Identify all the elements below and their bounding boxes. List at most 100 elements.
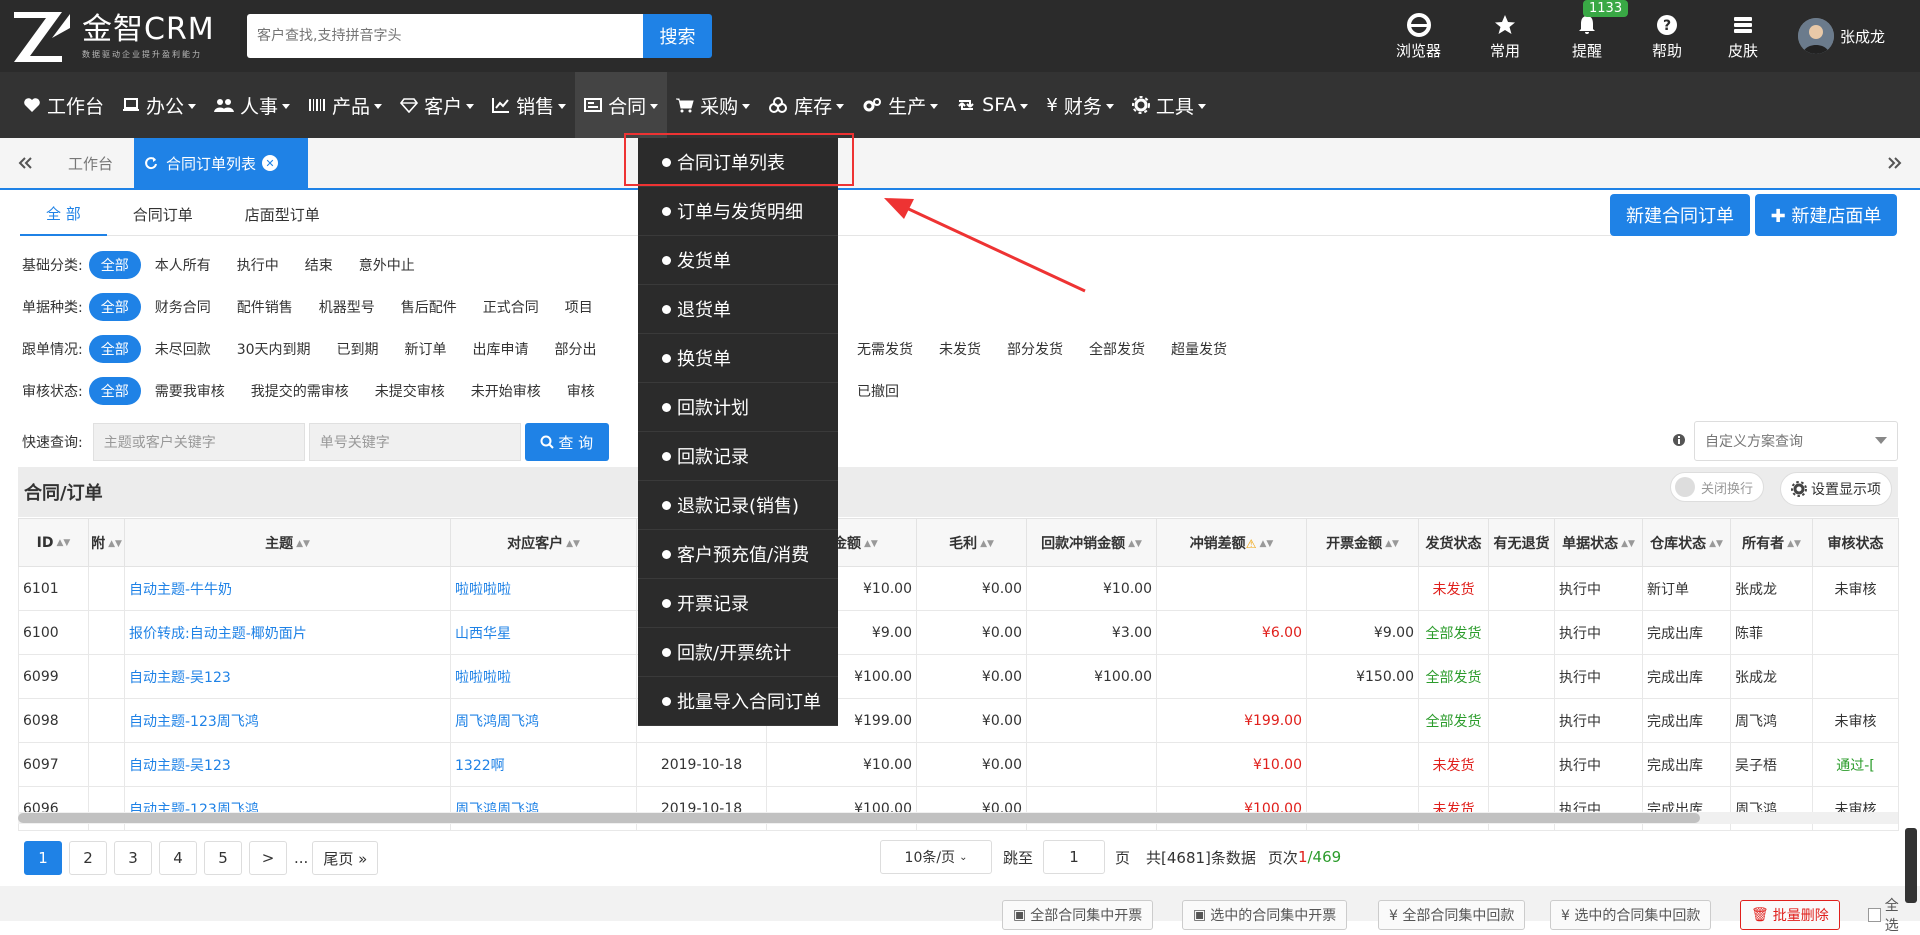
filter-chip[interactable]: 已到期 xyxy=(325,335,391,363)
sort-icon[interactable]: ▲▼ xyxy=(864,539,878,549)
cell-customer[interactable]: 啦啦啦啦 xyxy=(450,566,637,611)
cell-customer[interactable]: 周飞鸿周飞鸿 xyxy=(450,698,637,743)
tab-contract-list[interactable]: 合同订单列表 ✕ xyxy=(134,138,308,188)
tab-scroll-left[interactable] xyxy=(6,138,44,188)
new-store-button[interactable]: ✚ 新建店面单 xyxy=(1755,194,1897,236)
sort-icon[interactable]: ▲▼ xyxy=(1259,539,1273,549)
filter-chip[interactable]: 未尽回款 xyxy=(143,335,223,363)
filter-chip[interactable]: 全部 xyxy=(88,293,141,321)
batch-delete-button[interactable]: 🗑 批量删除 xyxy=(1740,900,1840,930)
filter-chip[interactable]: 未发货 xyxy=(927,335,993,363)
column-settings-button[interactable]: 设置显示项 xyxy=(1780,472,1892,506)
cell-subject[interactable]: 自动主题-吴123 xyxy=(124,742,451,787)
sort-icon[interactable]: ▲▼ xyxy=(1709,539,1723,549)
filter-chip[interactable]: 超量发货 xyxy=(1159,335,1239,363)
horizontal-scrollbar[interactable] xyxy=(18,812,1898,824)
filter-chip[interactable]: 新订单 xyxy=(393,335,459,363)
filter-chip[interactable]: 部分发货 xyxy=(995,335,1075,363)
dropdown-item[interactable]: 回款计划 xyxy=(638,383,838,432)
subtab-store[interactable]: 店面型订单 xyxy=(219,192,346,236)
filter-chip[interactable]: 财务合同 xyxy=(143,293,223,321)
dropdown-item[interactable]: 客户预充值/消费 xyxy=(638,530,838,579)
col-header-audit[interactable]: 审核状态 xyxy=(1812,518,1899,567)
custom-scheme-select[interactable]: 自定义方案查询 xyxy=(1694,421,1898,461)
cell-subject[interactable]: 报价转成:自动主题-椰奶面片 xyxy=(124,610,451,655)
nav-tools[interactable]: 工具 xyxy=(1123,72,1215,138)
batch-invoice-selected-button[interactable]: ▣ 选中的合同集中开票 xyxy=(1182,900,1348,930)
col-header-customer[interactable]: 对应客户 ▲▼ xyxy=(450,518,637,567)
search-button[interactable]: 搜索 xyxy=(643,14,712,58)
nav-customer[interactable]: 客户 xyxy=(391,72,483,138)
col-header-doc-status[interactable]: 单据状态 ▲▼ xyxy=(1554,518,1643,567)
dropdown-item[interactable]: 回款/开票统计 xyxy=(638,628,838,677)
nav-workbench[interactable]: 工作台 xyxy=(14,72,113,138)
browser-tool[interactable]: 浏览器 xyxy=(1396,10,1441,61)
tab-scroll-right[interactable] xyxy=(1876,138,1914,188)
col-header-owner[interactable]: 所有者 ▲▼ xyxy=(1730,518,1813,567)
col-header-paid[interactable]: 回款冲销金额 ▲▼ xyxy=(1026,518,1157,567)
col-header-return[interactable]: 有无退货 xyxy=(1488,518,1555,567)
checkbox-box[interactable] xyxy=(1868,908,1881,922)
col-header-subject[interactable]: 主题 ▲▼ xyxy=(124,518,451,567)
col-header-ship[interactable]: 发货状态 xyxy=(1418,518,1489,567)
filter-chip[interactable]: 未开始审核 xyxy=(459,377,553,405)
last-page-button[interactable]: 尾页 » xyxy=(312,841,379,875)
query-button[interactable]: 查 询 xyxy=(524,423,609,461)
filter-chip[interactable]: 意外中止 xyxy=(347,251,427,279)
filter-chip[interactable]: 配件销售 xyxy=(225,293,305,321)
dropdown-item[interactable]: 开票记录 xyxy=(638,579,838,628)
filter-chip[interactable]: 审核 xyxy=(555,377,607,405)
filter-chip[interactable]: 已撤回 xyxy=(845,377,911,405)
user-menu[interactable]: 张成龙 xyxy=(1798,18,1885,54)
filter-chip[interactable]: 全部发货 xyxy=(1077,335,1157,363)
nav-sfa[interactable]: SFA xyxy=(947,72,1037,138)
dropdown-item[interactable]: 退货单 xyxy=(638,285,838,334)
cell-subject[interactable]: 自动主题-牛牛奶 xyxy=(124,566,451,611)
dropdown-item[interactable]: 订单与发货明细 xyxy=(638,187,838,236)
filter-chip[interactable]: 项目 xyxy=(553,293,605,321)
col-header-invoice[interactable]: 开票金额 ▲▼ xyxy=(1306,518,1419,567)
filter-chip[interactable]: 全部 xyxy=(88,335,141,363)
subtab-contract[interactable]: 合同订单 xyxy=(107,192,219,236)
batch-invoice-all-button[interactable]: ▣ 全部合同集中开票 xyxy=(1002,900,1154,930)
jump-input[interactable]: 1 xyxy=(1043,840,1106,874)
batch-payment-selected-button[interactable]: ¥ 选中的合同集中回款 xyxy=(1550,900,1712,930)
cell-customer[interactable]: 山西华星 xyxy=(450,610,637,655)
filter-chip[interactable]: 30天内到期 xyxy=(225,335,323,363)
filter-chip[interactable]: 结束 xyxy=(293,251,345,279)
filter-chip[interactable]: 全部 xyxy=(88,251,141,279)
col-header-id[interactable]: ID ▲▼ xyxy=(18,518,89,567)
number-search-input[interactable]: 单号关键字 xyxy=(308,423,521,461)
sort-icon[interactable]: ▲▼ xyxy=(1128,539,1142,549)
filter-chip[interactable]: 全部 xyxy=(88,377,141,405)
page-size-select[interactable]: 10条/页 ⌄ xyxy=(880,840,992,874)
dropdown-item[interactable]: 换货单 xyxy=(638,334,838,383)
next-page-button[interactable]: > xyxy=(249,841,287,875)
page-button[interactable]: 5 xyxy=(204,841,242,875)
refresh-icon[interactable] xyxy=(144,156,158,170)
cell-customer[interactable]: 1322啊 xyxy=(450,742,637,787)
dropdown-item[interactable]: 回款记录 xyxy=(638,432,838,481)
skin-tool[interactable]: 皮肤 xyxy=(1728,10,1758,61)
filter-chip[interactable]: 需要我审核 xyxy=(143,377,237,405)
table-row[interactable]: 6099 自动主题-吴123 啦啦啦啦 ¥100.00 ¥0.00 ¥100.00 ¥150… xyxy=(18,654,1899,699)
filter-chip[interactable]: 我提交的需审核 xyxy=(239,377,361,405)
favorites-tool[interactable]: 常用 xyxy=(1490,10,1520,61)
col-header-wh-status[interactable]: 仓库状态 ▲▼ xyxy=(1642,518,1731,567)
dropdown-item[interactable]: 批量导入合同订单 xyxy=(638,677,838,726)
nav-sales[interactable]: 销售 xyxy=(483,72,575,138)
cell-subject[interactable]: 自动主题-吴123 xyxy=(124,654,451,699)
sort-icon[interactable]: ▲▼ xyxy=(108,539,122,549)
cell-subject[interactable]: 自动主题-123周飞鸿 xyxy=(124,698,451,743)
cell-customer[interactable]: 啦啦啦啦 xyxy=(450,654,637,699)
sort-icon[interactable]: ▲▼ xyxy=(1787,539,1801,549)
table-row[interactable]: 6098 自动主题-123周飞鸿 周飞鸿周飞鸿 ¥199.00 ¥0.00 ¥199.00… xyxy=(18,698,1899,743)
nav-finance[interactable]: ¥ 财务 xyxy=(1037,72,1122,138)
nav-inventory[interactable]: 库存 xyxy=(759,72,853,138)
col-header-profit[interactable]: 毛利 ▲▼ xyxy=(916,518,1027,567)
page-button[interactable]: 1 xyxy=(24,841,62,875)
wrap-toggle[interactable]: 关闭换行 xyxy=(1670,472,1765,502)
nav-purchase[interactable]: 采购 xyxy=(667,72,759,138)
filter-chip[interactable]: 未提交审核 xyxy=(363,377,457,405)
sort-icon[interactable]: ▲▼ xyxy=(980,539,994,549)
